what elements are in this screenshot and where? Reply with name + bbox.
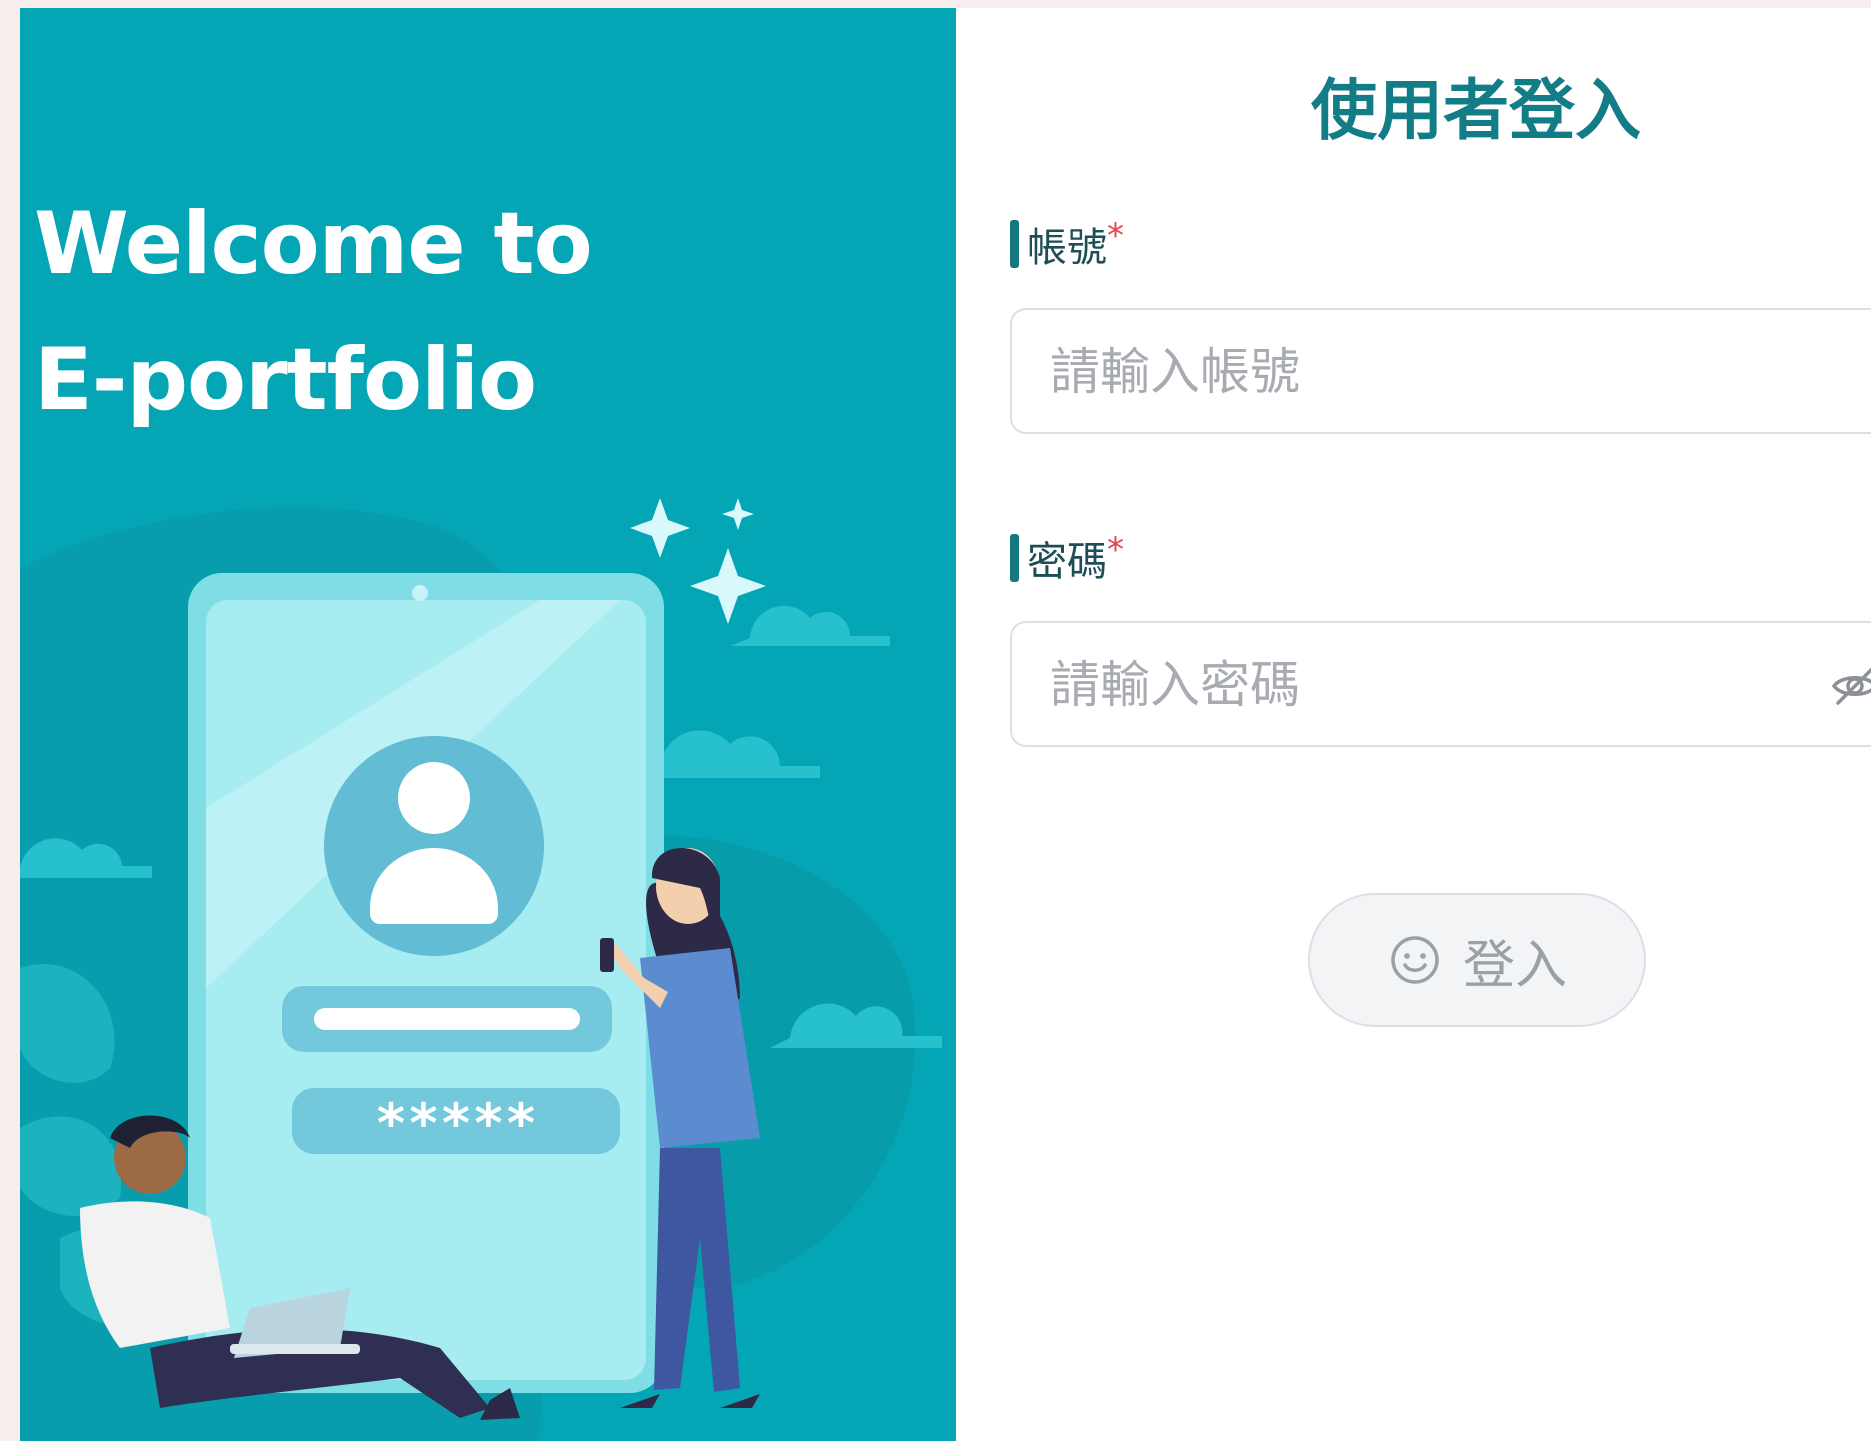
required-mark: * — [1107, 530, 1124, 570]
smile-icon — [1391, 936, 1439, 984]
welcome-line-1: Welcome to — [34, 194, 593, 294]
password-field[interactable] — [1010, 621, 1871, 747]
welcome-title: Welcome to E-portfolio — [34, 176, 593, 448]
welcome-line-2: E-portfolio — [34, 330, 537, 430]
label-accent-bar — [1010, 220, 1019, 268]
account-input[interactable] — [1048, 310, 1692, 434]
eye-hidden-icon[interactable] — [1828, 659, 1871, 713]
password-label: 密碼 * — [1010, 528, 1124, 588]
account-label-text: 帳號 — [1027, 225, 1107, 271]
login-page: ***** Welcome to E-portfolio 使用者登入 帳號 * … — [20, 8, 1871, 1441]
account-label: 帳號 * — [1010, 214, 1124, 274]
login-button-label: 登入 — [1462, 935, 1567, 996]
login-title: 使用者登入 — [1311, 72, 1641, 149]
required-mark: * — [1107, 216, 1124, 256]
password-label-text: 密碼 — [1027, 539, 1107, 585]
password-mask: ***** — [375, 1092, 538, 1155]
label-accent-bar — [1010, 534, 1019, 582]
login-button[interactable]: 登入 — [1308, 893, 1646, 1027]
hero-panel: ***** Welcome to E-portfolio — [20, 8, 956, 1441]
password-input[interactable] — [1048, 623, 1692, 747]
login-panel: 使用者登入 帳號 * 密碼 * — [956, 8, 1871, 1441]
account-field[interactable] — [1010, 308, 1871, 434]
